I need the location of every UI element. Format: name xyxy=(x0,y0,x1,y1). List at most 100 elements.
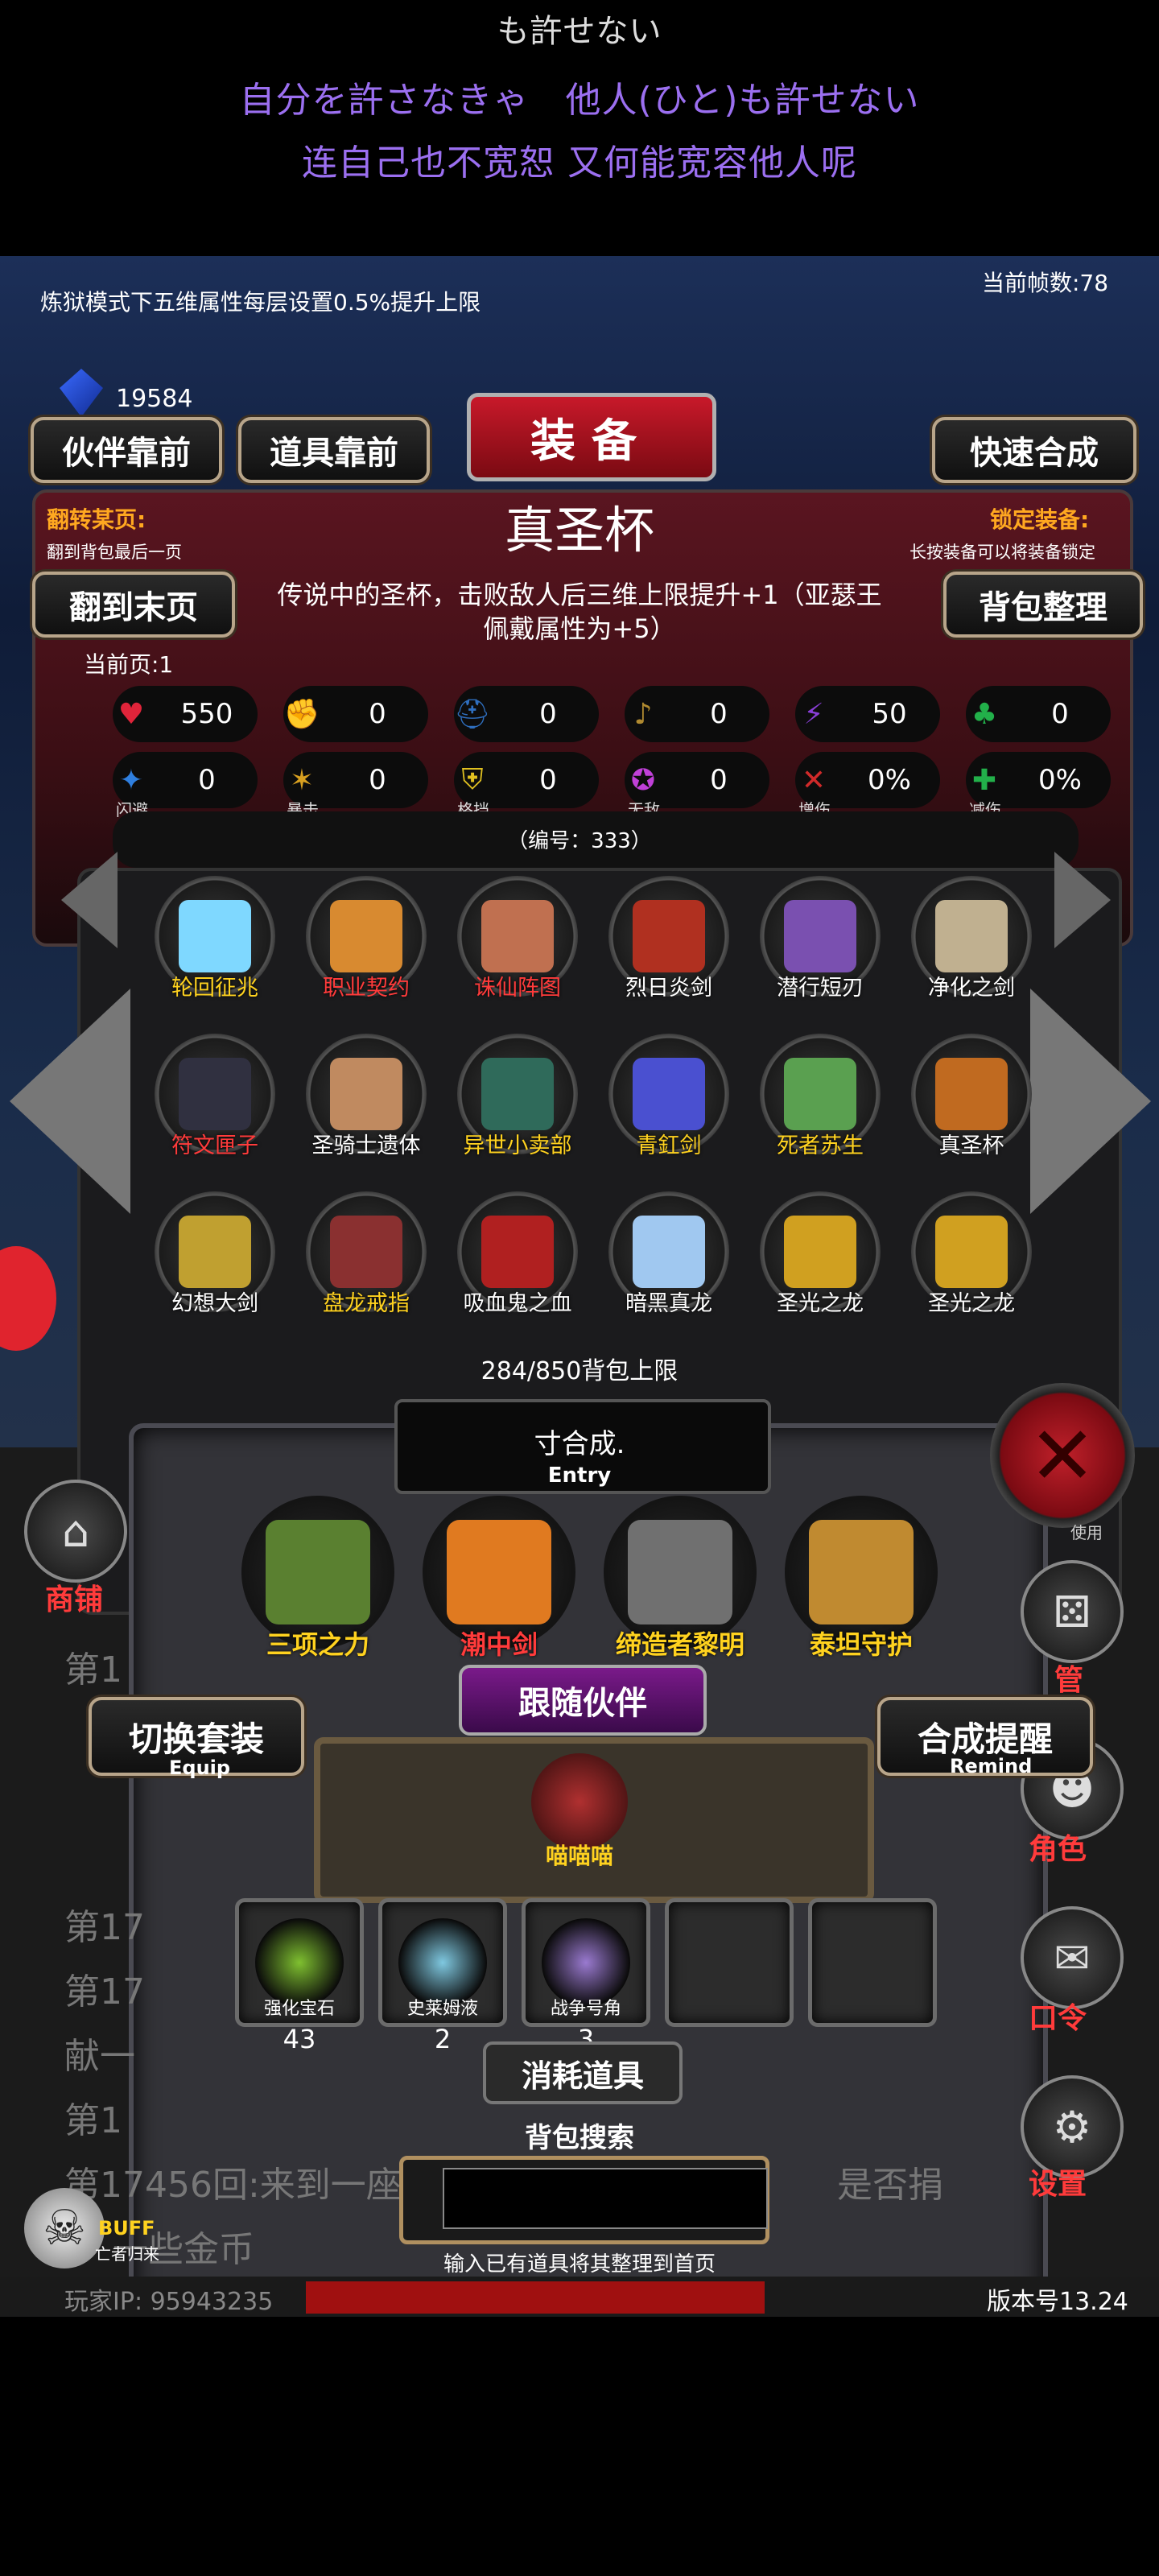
inventory-slot[interactable]: 真圣杯 xyxy=(911,1034,1032,1158)
partner-label: 喵喵喵 xyxy=(545,1843,613,1869)
item-label: 圣光之龙 xyxy=(777,1291,864,1316)
inventory-slot[interactable]: 圣光之龙 xyxy=(911,1191,1032,1316)
next-page-arrow[interactable] xyxy=(1030,989,1151,1214)
game-viewport: 炼狱模式下五维属性每层设置0.5%提升上限 当前帧数:78 19584 装备 伙… xyxy=(0,256,1159,2317)
inventory-slot[interactable]: 符文匣子 xyxy=(155,1034,275,1158)
consumable-slot[interactable]: 史莱姆液 xyxy=(378,1898,507,2027)
inventory-slot[interactable]: 盘龙戒指 xyxy=(306,1191,427,1316)
inventory-slot[interactable]: 潜行短刃 xyxy=(760,876,881,1001)
stat-value: 50 xyxy=(872,698,907,730)
item-label: 幻想大剑 xyxy=(171,1291,258,1316)
consumable-slot[interactable]: 战争号角 xyxy=(522,1898,650,2027)
stat-value: 0 xyxy=(198,764,216,796)
close-icon[interactable]: ✕ xyxy=(990,1383,1135,1528)
item-label: 死者苏生 xyxy=(777,1133,864,1158)
inventory-slot[interactable]: 圣光之龙 xyxy=(760,1191,881,1316)
clover-icon: ♣ xyxy=(971,697,998,731)
inventory-slot[interactable]: 烈日炎剑 xyxy=(608,876,729,1001)
inventory-slot[interactable]: 死者苏生 xyxy=(760,1034,881,1158)
equipped-label: 潮中剑 xyxy=(460,1629,538,1660)
stat-stats_row1-5: ♣ 0 xyxy=(966,686,1111,742)
next-small-arrow[interactable] xyxy=(1054,852,1111,948)
stat-value: 0 xyxy=(710,764,728,796)
stat-stats_row2-2: ⛨ 0 格挡 xyxy=(454,752,599,819)
partner-avatar[interactable] xyxy=(531,1753,628,1850)
stat-stats_row2-5: ✚ 0% 减伤 xyxy=(966,752,1111,819)
inventory-slot[interactable]: 职业契约 xyxy=(306,876,427,1001)
item-description: 传说中的圣杯，击败敌人后三维上限提升+1（亚瑟王佩戴属性为+5） xyxy=(277,580,882,644)
stat-stats_row2-4: ✕ 0% 增伤 xyxy=(795,752,940,819)
stat-value: 0% xyxy=(1038,764,1082,796)
strength-icon: ✊ xyxy=(283,698,320,731)
inventory-slot[interactable]: 圣骑士遗体 xyxy=(306,1034,427,1158)
prev-small-arrow[interactable] xyxy=(61,852,118,948)
stat-stats_row2-1: ✶ 0 暴击 xyxy=(283,752,428,819)
item-art xyxy=(330,1058,402,1130)
item-label: 异世小卖部 xyxy=(463,1133,572,1158)
inventory-slot[interactable]: 幻想大剑 xyxy=(155,1191,275,1316)
stat-value: 0 xyxy=(369,764,386,796)
bag-search-hint: 输入已有道具将其整理到首页 xyxy=(443,2252,716,2277)
inventory-slot[interactable]: 青釭剑 xyxy=(608,1034,729,1158)
bag-sort-button[interactable]: 背包整理 xyxy=(943,572,1143,638)
partner-first-button[interactable]: 伙伴靠前 xyxy=(31,417,222,483)
consumable-slot[interactable]: 强化宝石 xyxy=(235,1898,364,2027)
items-first-button[interactable]: 道具靠前 xyxy=(238,417,430,483)
item-art xyxy=(330,900,402,972)
prev-page-arrow[interactable] xyxy=(10,989,130,1214)
item-art xyxy=(784,1216,856,1288)
stat-stats_row2-0: ✦ 0 闪避 xyxy=(113,752,258,819)
inventory-slot[interactable]: 诛仙阵图 xyxy=(457,876,578,1001)
quick-merge-button[interactable]: 快速合成 xyxy=(932,417,1136,483)
item-art xyxy=(935,1216,1008,1288)
item-name: 真圣杯 xyxy=(504,501,654,559)
log-line-5: 第1 xyxy=(64,2100,122,2141)
inventory-slot[interactable]: 净化之剑 xyxy=(911,876,1032,1001)
command-label: 口令 xyxy=(1029,2002,1087,2035)
to-last-page-button[interactable]: 翻到末页 xyxy=(32,572,235,638)
bag-search-input[interactable] xyxy=(443,2168,768,2229)
consumable-slot[interactable] xyxy=(808,1898,937,2027)
merge-remind-sub: Remind xyxy=(950,1755,1033,1777)
inventory-slot[interactable]: 异世小卖部 xyxy=(457,1034,578,1158)
equipped-art xyxy=(628,1520,732,1624)
item-label: 真圣杯 xyxy=(938,1133,1004,1158)
consumable-label: 史莱姆液 xyxy=(406,1999,478,2019)
entry-text: 寸合成. xyxy=(534,1428,625,1460)
inventory-slot[interactable]: 轮回征兆 xyxy=(155,876,275,1001)
item-label: 烈日炎剑 xyxy=(625,976,712,1001)
item-art xyxy=(784,1058,856,1130)
item-label: 职业契约 xyxy=(323,976,410,1001)
item-label: 盘龙戒指 xyxy=(323,1291,410,1316)
log-line-4: 献一 xyxy=(64,2036,135,2077)
stat-stats_row2-3: ✪ 0 无敌 xyxy=(625,752,769,819)
item-id: （编号：333） xyxy=(507,829,652,853)
equipment-title: 装备 xyxy=(467,393,716,481)
inventory-slot[interactable]: 吸血鬼之血 xyxy=(457,1191,578,1316)
lyric-line-2: 连自己也不宽恕 又何能宽容他人呢 xyxy=(302,142,857,184)
consumable-label: 战争号角 xyxy=(550,1999,621,2019)
equipped-label: 缔造者黎明 xyxy=(615,1629,744,1660)
skull-icon[interactable]: ☠ xyxy=(24,2188,105,2268)
version: 版本号13.24 xyxy=(987,2288,1128,2316)
equipped-label: 三项之力 xyxy=(266,1629,369,1660)
equipped-art xyxy=(266,1520,370,1624)
item-art xyxy=(935,1058,1008,1130)
item-art xyxy=(481,1058,554,1130)
command-icon[interactable]: ✉ xyxy=(1021,1906,1124,2009)
item-art xyxy=(179,900,251,972)
item-art xyxy=(633,1216,705,1288)
dice-icon[interactable]: ⚄ xyxy=(1021,1560,1124,1663)
manage-label: 管 xyxy=(1054,1664,1084,1697)
entry-sub: Entry xyxy=(547,1463,612,1488)
item-label: 轮回征兆 xyxy=(171,976,258,1001)
consumable-slot[interactable] xyxy=(665,1898,794,2027)
item-label: 圣骑士遗体 xyxy=(311,1133,421,1158)
lute-icon: ♪ xyxy=(633,697,653,731)
inventory-slot[interactable]: 暗黑真龙 xyxy=(608,1191,729,1316)
shop-icon[interactable]: ⌂ xyxy=(24,1480,127,1583)
item-art xyxy=(330,1216,402,1288)
stat-value: 550 xyxy=(180,698,233,730)
stat-value: 0 xyxy=(539,764,557,796)
item-label: 圣光之龙 xyxy=(928,1291,1015,1316)
